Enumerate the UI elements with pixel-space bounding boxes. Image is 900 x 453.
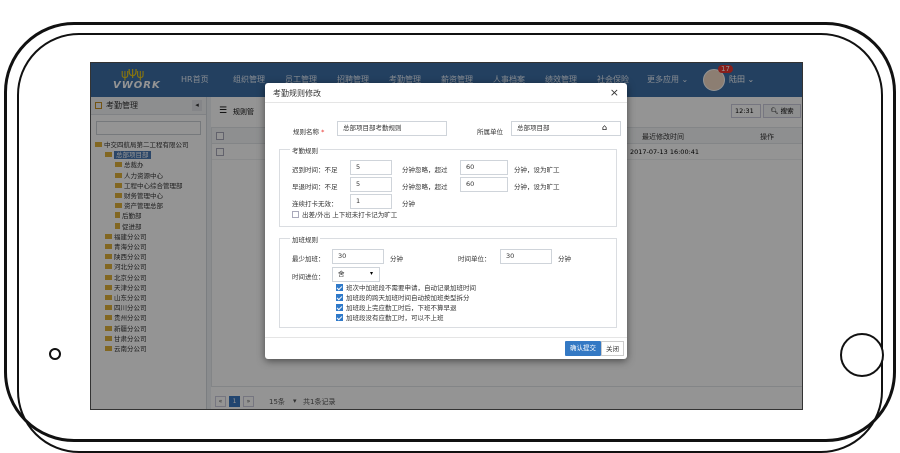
unit-label: 所属单位 <box>477 128 503 136</box>
checkbox-checked[interactable] <box>336 294 343 301</box>
checkbox-checked[interactable] <box>336 314 343 321</box>
checkbox-checked[interactable] <box>336 304 343 311</box>
rule-name-input[interactable]: 总部项目部考勤规则 <box>337 121 447 136</box>
late-label: 迟到时间：不足 <box>292 166 338 174</box>
consecutive-unit: 分钟 <box>402 200 415 208</box>
attendance-rules-section: 考勤规则 迟到时间：不足 5 分钟忽略，超过 60 分钟，设为旷工 早退时间：不… <box>279 145 617 227</box>
ot-check-3[interactable]: 加班段上完应勤工时后，下班不算早退 <box>336 304 457 313</box>
late-tail-text: 分钟，设为旷工 <box>514 166 560 174</box>
close-icon[interactable]: × <box>610 86 619 99</box>
ot-check-2[interactable]: 加班段的跨天加班时间自动按加班类型拆分 <box>336 294 470 303</box>
app-screen: ψΨψ VWORK HR首页 组织管理 员工管理 招聘管理 考勤管理 薪资管理 … <box>90 62 803 410</box>
close-button[interactable]: 关闭 <box>601 341 624 356</box>
min-ot-label: 最少加班： <box>292 255 325 263</box>
trip-absent-checkbox[interactable]: 出差/外出 上下班未打卡记为旷工 <box>292 211 397 220</box>
overtime-section-title: 加班规则 <box>290 234 320 244</box>
dialog-footer: 确认提交 关闭 <box>265 337 627 359</box>
unit-time-label: 时间单位： <box>458 255 491 263</box>
consecutive-label: 连续打卡无效： <box>292 200 338 208</box>
min-ot-input[interactable]: 30 <box>332 249 384 264</box>
early-tail-text: 分钟，设为旷工 <box>514 183 560 191</box>
unit-time-unit: 分钟 <box>558 255 571 263</box>
consecutive-input[interactable]: 1 <box>350 194 392 209</box>
dialog-title: 考勤规则修改 <box>273 89 321 98</box>
min-ot-unit: 分钟 <box>390 255 403 263</box>
ot-check-1-label: 班次中加班段不需要申请，自动记录加班时间 <box>346 284 476 292</box>
submit-button[interactable]: 确认提交 <box>565 341 601 356</box>
ot-check-4[interactable]: 加班段没有应勤工时，可以不上班 <box>336 314 444 323</box>
checkbox-checked[interactable] <box>336 284 343 291</box>
attendance-section-title: 考勤规则 <box>290 145 320 155</box>
trip-absent-label: 出差/外出 上下班未打卡记为旷工 <box>302 211 398 219</box>
unit-home-icon[interactable]: ⌂ <box>602 123 607 132</box>
early-label: 早退时间：不足 <box>292 183 338 191</box>
camera-dot <box>49 348 61 360</box>
early-ignore-input[interactable]: 5 <box>350 177 392 192</box>
home-button[interactable] <box>840 333 884 377</box>
checkbox-box[interactable] <box>292 211 299 218</box>
early-absent-input[interactable]: 60 <box>460 177 508 192</box>
late-ignore-input[interactable]: 5 <box>350 160 392 175</box>
early-mid-text: 分钟忽略，超过 <box>402 183 448 191</box>
round-caret-icon[interactable]: ▾ <box>370 270 373 277</box>
rule-edit-dialog: 考勤规则修改 × 规则名称 * 总部项目部考勤规则 所属单位 总部项目部 ⌂ 考… <box>265 83 627 359</box>
required-mark: * <box>319 128 325 136</box>
round-label: 时间进位： <box>292 273 325 281</box>
rule-name-label: 规则名称 * <box>293 126 324 136</box>
ot-check-4-label: 加班段没有应勤工时，可以不上班 <box>346 314 444 322</box>
late-absent-input[interactable]: 60 <box>460 160 508 175</box>
late-mid-text: 分钟忽略，超过 <box>402 166 448 174</box>
ot-check-3-label: 加班段上完应勤工时后，下班不算早退 <box>346 304 457 312</box>
unit-time-input[interactable]: 30 <box>500 249 552 264</box>
ot-check-1[interactable]: 班次中加班段不需要申请，自动记录加班时间 <box>336 284 476 293</box>
overtime-rules-section: 加班规则 最少加班： 30 分钟 时间单位： 30 分钟 时间进位： 舍 ▾ 班… <box>279 234 617 328</box>
dialog-header: 考勤规则修改 × <box>265 83 627 103</box>
ot-check-2-label: 加班段的跨天加班时间自动按加班类型拆分 <box>346 294 470 302</box>
rule-name-label-text: 规则名称 <box>293 128 319 136</box>
